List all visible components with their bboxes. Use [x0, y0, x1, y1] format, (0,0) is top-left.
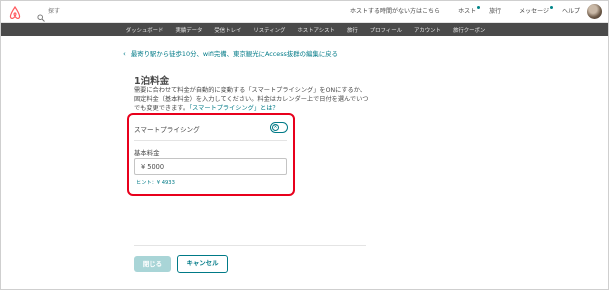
subnav-dashboard[interactable]: ダッシュボード: [120, 26, 170, 34]
toggle-off-icon: ×: [272, 124, 279, 131]
subnav-trips[interactable]: 旅行: [341, 26, 364, 34]
nav-help[interactable]: ヘルプ: [562, 6, 580, 15]
chevron-left-icon: ‹: [123, 50, 126, 58]
subnav-inbox[interactable]: 受信トレイ: [208, 26, 247, 34]
notification-dot-icon: [477, 6, 481, 9]
airbnb-logo-icon[interactable]: [9, 5, 21, 20]
top-bar: 探す ホストする時間がない方はこちら ホスト 旅行 メッセージ ヘルプ: [1, 1, 608, 23]
subnav-host-assist[interactable]: ホストアシスト: [291, 26, 341, 34]
page-description: 需要に合わせて料金が自動的に変動する「スマートプライシング」をONにするか、固定…: [134, 86, 372, 113]
back-link[interactable]: ‹ 最寄り駅から徒歩10分、wifi完備、東京観光にAccess抜群の編集に戻る: [123, 49, 338, 58]
avatar[interactable]: [587, 4, 602, 19]
divider: [134, 140, 287, 141]
subnav-account[interactable]: アカウント: [408, 26, 447, 34]
app-window: 探す ホストする時間がない方はこちら ホスト 旅行 メッセージ ヘルプ ダッシュ…: [0, 0, 609, 290]
nav-host-info[interactable]: ホストする時間がない方はこちら: [350, 6, 440, 15]
search-icon[interactable]: [37, 7, 45, 22]
top-nav: ホストする時間がない方はこちら ホスト 旅行 メッセージ ヘルプ: [341, 6, 580, 15]
subnav-stats[interactable]: 実績データ: [169, 26, 208, 34]
nav-host[interactable]: ホスト: [449, 6, 481, 15]
base-price-label: 基本料金: [134, 149, 160, 157]
smart-pricing-label: スマートプライシング: [134, 126, 200, 134]
nav-trips[interactable]: 旅行: [489, 6, 501, 15]
nav-messages-label: メッセージ: [519, 8, 549, 15]
page-title: 1泊料金: [134, 76, 170, 87]
back-link-text: 最寄り駅から徒歩10分、wifi完備、東京観光にAccess抜群の編集に戻る: [130, 50, 339, 58]
search-input[interactable]: 探す: [48, 6, 60, 15]
subnav-listings[interactable]: リスティング: [247, 26, 291, 34]
base-price-input[interactable]: ¥ 5000: [134, 158, 287, 175]
smart-pricing-toggle[interactable]: ×: [270, 122, 288, 133]
nav-host-label: ホスト: [458, 8, 477, 15]
cancel-button[interactable]: キャンセル: [177, 255, 228, 273]
divider: [134, 245, 366, 246]
close-button[interactable]: 閉じる: [134, 256, 171, 272]
sub-nav: ダッシュボード 実績データ 受信トレイ リスティング ホストアシスト 旅行 プロ…: [1, 23, 608, 36]
subnav-profile[interactable]: プロフィール: [364, 26, 408, 34]
price-hint: ヒント：¥ 4933: [136, 180, 175, 186]
smart-pricing-help-link[interactable]: 「スマートプライシング」とは？: [189, 105, 279, 112]
notification-dot-icon: [549, 6, 553, 9]
nav-messages[interactable]: メッセージ: [510, 6, 553, 15]
subnav-coupon[interactable]: 旅行クーポン: [447, 26, 491, 34]
